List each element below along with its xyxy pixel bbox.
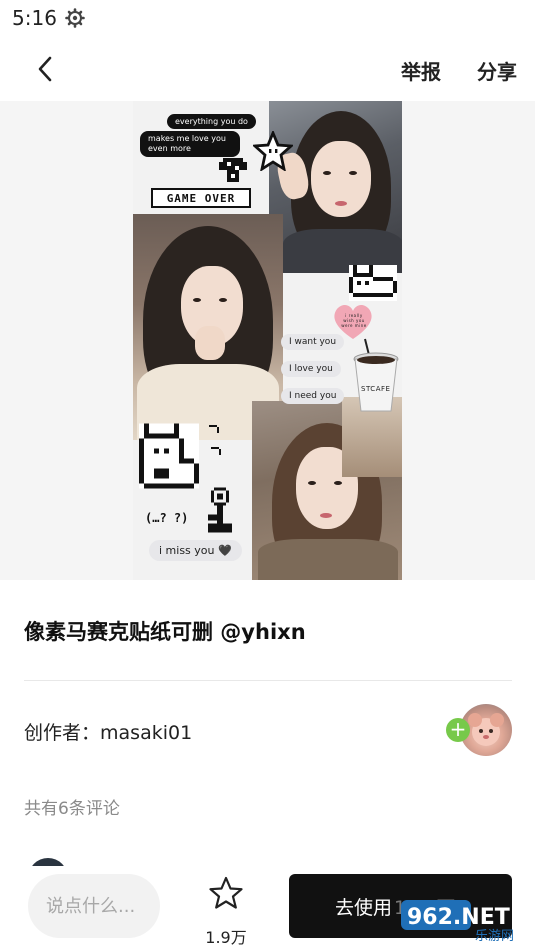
chat-bubble: makes me love you even more xyxy=(140,131,240,157)
chat-bubble: I need you xyxy=(281,388,345,404)
game-over-sticker: GAME OVER xyxy=(151,188,251,208)
emoticon-text: (…? ?) xyxy=(145,511,189,525)
report-button[interactable]: 举报 xyxy=(401,56,441,85)
status-time: 5:16 xyxy=(12,6,57,30)
pixel-mushroom-icon xyxy=(219,158,247,182)
creator-name[interactable]: masaki01 xyxy=(100,722,192,744)
divider xyxy=(24,680,512,681)
post-title: 像素马赛克贴纸可删 @yhixn xyxy=(24,620,306,644)
nav-bar: 举报 分享 xyxy=(0,40,535,98)
pixel-cat-icon xyxy=(349,265,397,301)
chevron-left-icon xyxy=(38,56,52,82)
use-label: 去使用 xyxy=(335,896,393,919)
heart-text: i really wish you were mine xyxy=(341,313,367,328)
creator-label: 创作者： xyxy=(24,722,101,744)
status-bar: 5:16 xyxy=(0,0,535,36)
template-preview[interactable]: everything you do makes me love you even… xyxy=(0,101,535,580)
favorite-button[interactable]: 1.9万 xyxy=(200,872,252,947)
coffee-cup-image xyxy=(353,338,399,412)
creator-row[interactable]: 创作者：masaki01 xyxy=(24,718,192,745)
chat-bubble: I want you xyxy=(281,334,345,350)
comment-input[interactable] xyxy=(28,874,160,938)
watermark-subtext: 乐游网 xyxy=(475,929,514,944)
pixel-flower-icon xyxy=(208,487,232,533)
favorite-count: 1.9万 xyxy=(205,928,247,947)
chat-bubble: I love you xyxy=(281,361,341,377)
watermark-number: 962.NET xyxy=(407,905,510,930)
chat-bubble: i miss you 🖤 xyxy=(149,540,242,561)
cup-label: STCAFE xyxy=(361,385,391,393)
pixel-star-icon xyxy=(253,131,293,171)
site-watermark: 962.NET 乐游网 xyxy=(399,896,531,946)
share-button[interactable]: 分享 xyxy=(477,56,517,85)
follow-button[interactable]: + xyxy=(446,718,470,742)
chat-bubble: everything you do xyxy=(167,114,256,129)
plus-icon: + xyxy=(449,717,467,741)
photo-peace-sign xyxy=(269,101,402,273)
gear-icon xyxy=(65,8,85,28)
back-button[interactable] xyxy=(28,52,62,86)
pixel-notes-icon xyxy=(209,425,221,455)
star-icon xyxy=(209,876,243,909)
pixel-cat-large-icon xyxy=(139,423,199,489)
comments-count: 共有6条评论 xyxy=(24,799,120,819)
collage-image: everything you do makes me love you even… xyxy=(133,101,402,580)
